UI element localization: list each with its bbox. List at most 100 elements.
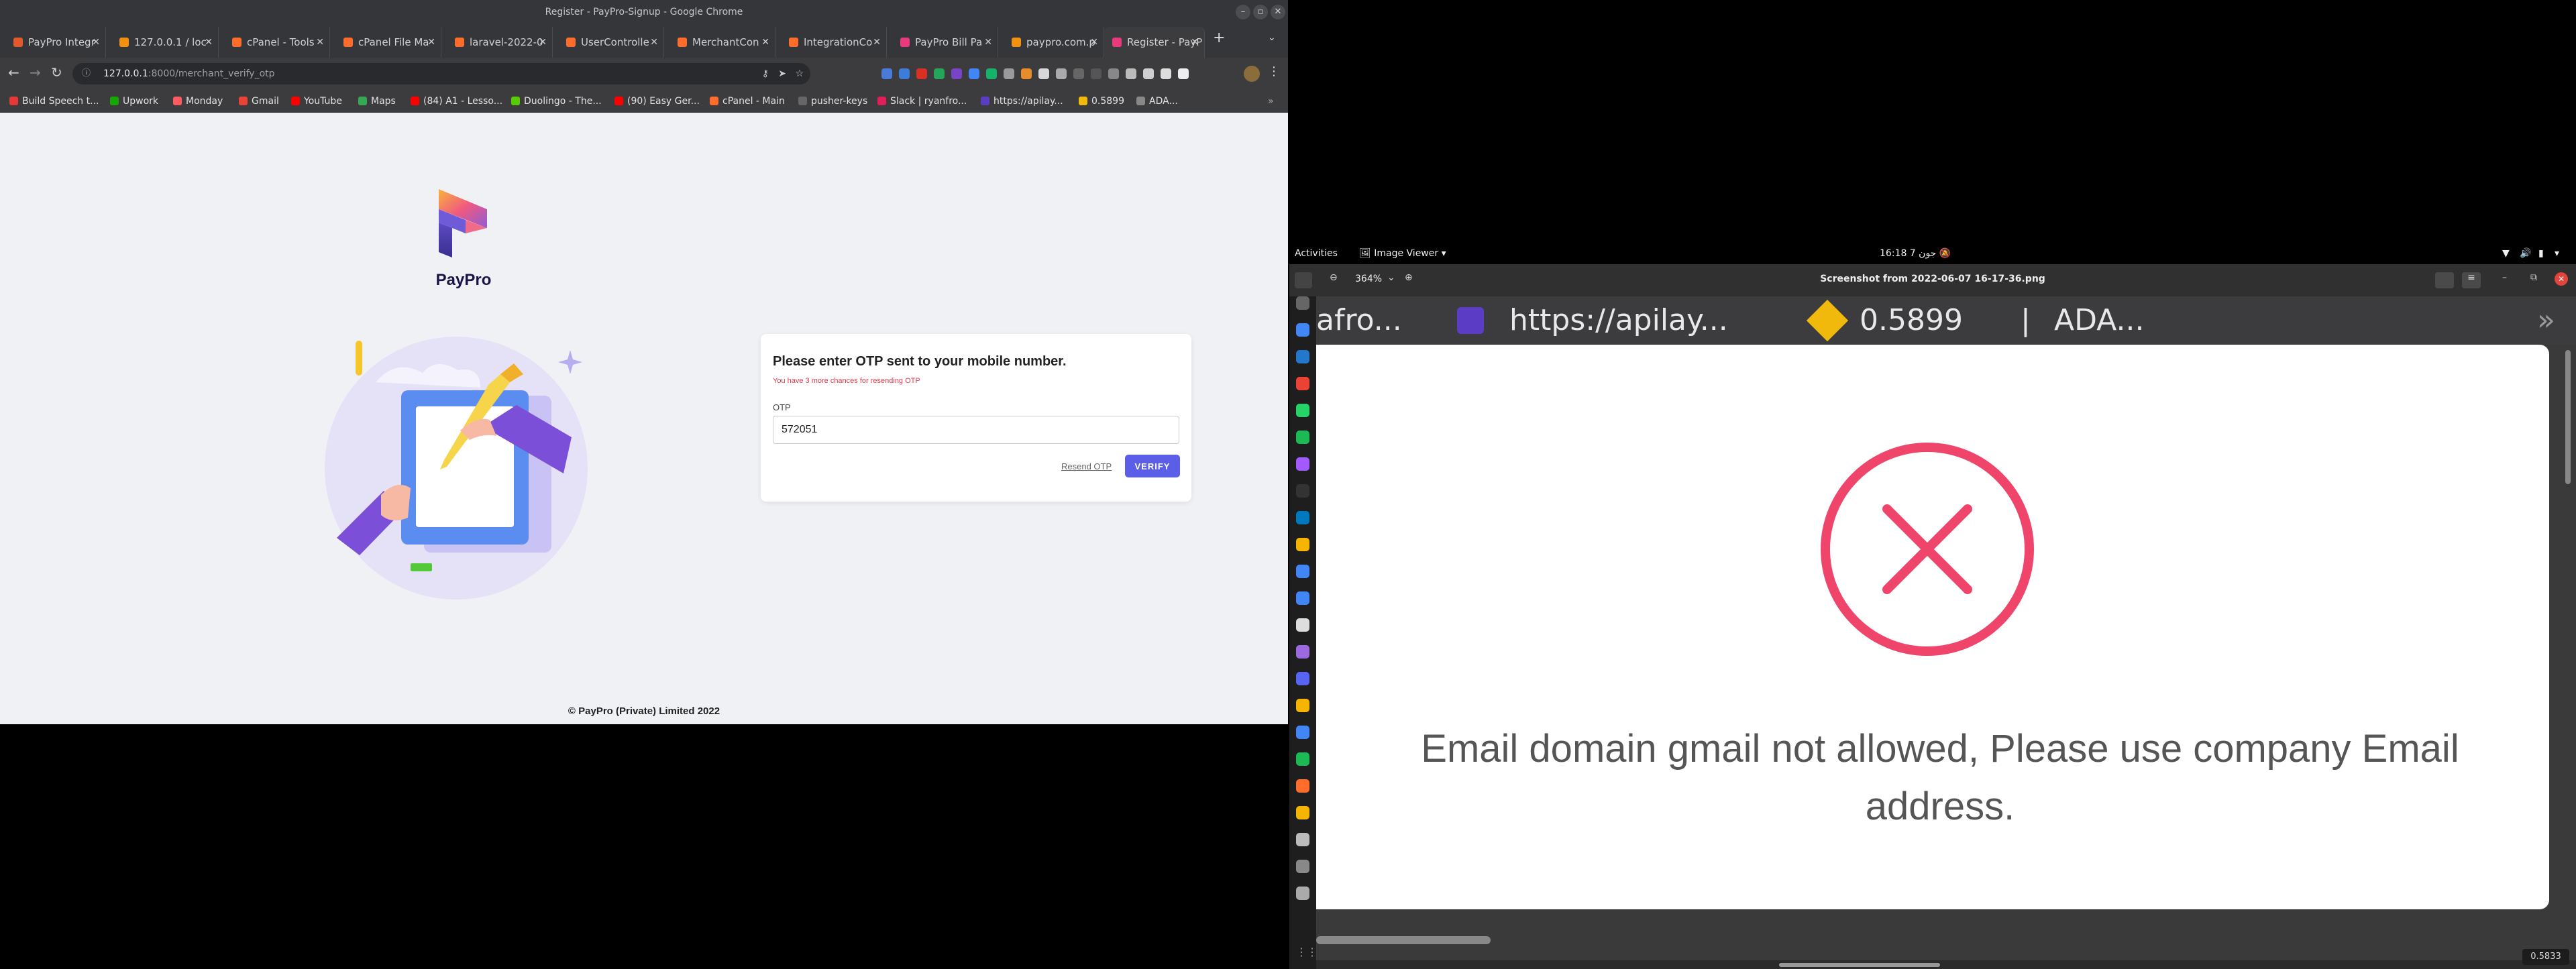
rotate-icon[interactable] <box>2435 272 2454 288</box>
horizontal-scrollbar[interactable] <box>1316 936 1491 944</box>
figma-icon[interactable] <box>1296 457 1309 471</box>
dock-app-icon[interactable] <box>1296 806 1309 819</box>
calendar-icon[interactable] <box>1296 591 1309 605</box>
files-icon[interactable] <box>1296 618 1309 632</box>
minimize-icon[interactable]: – <box>2502 272 2507 283</box>
key-icon[interactable]: ⚷ <box>762 63 769 84</box>
extension-icon[interactable] <box>881 68 892 79</box>
hamburger-menu-icon[interactable]: ≡ <box>2462 272 2481 288</box>
forward-icon[interactable]: → <box>30 64 41 80</box>
zoom-level[interactable]: 364% <box>1355 274 1382 284</box>
viewer-scrollbar[interactable] <box>1779 963 1940 967</box>
tab-close-icon[interactable]: ✕ <box>427 27 435 58</box>
bookmark-item[interactable]: cPanel - Main <box>710 90 785 113</box>
tab-close-icon[interactable]: ✕ <box>316 27 324 58</box>
bookmark-item[interactable]: (90) Easy Ger... <box>614 90 700 113</box>
restore-icon[interactable]: ⧉ <box>2530 272 2537 283</box>
vertical-scrollbar[interactable] <box>2565 350 2571 484</box>
tab[interactable]: laravel-2022-0 ✕ <box>447 27 553 58</box>
app-menu[interactable]: 🖼 Image Viewer ▾ <box>1359 248 1446 259</box>
tab-search-icon[interactable]: ⌄ <box>1268 32 1276 43</box>
bookmark-item[interactable]: Gmail <box>239 90 279 113</box>
bookmark-item[interactable]: pusher-keys <box>798 90 867 113</box>
bookmark-item[interactable]: Upwork <box>110 90 158 113</box>
tab-active[interactable]: Register - PayP ✕ <box>1104 27 1205 58</box>
otp-input[interactable] <box>773 416 1179 444</box>
gmail-icon[interactable] <box>1296 377 1309 390</box>
docs-icon[interactable] <box>1296 726 1309 739</box>
bookmark-item[interactable]: Duolingo - The... <box>511 90 602 113</box>
bookmark-item[interactable]: Maps <box>358 90 396 113</box>
reading-list-icon[interactable] <box>1178 68 1189 79</box>
new-tab-button[interactable]: + <box>1213 30 1225 46</box>
docs-icon[interactable] <box>1296 565 1309 578</box>
discord-icon[interactable] <box>1296 672 1309 685</box>
minimize-icon[interactable]: – <box>1236 5 1250 19</box>
spotify-icon[interactable] <box>1296 752 1309 766</box>
tab-close-icon[interactable]: ✕ <box>761 27 769 58</box>
dock-app-icon[interactable] <box>1296 833 1309 846</box>
tab-close-icon[interactable]: ✕ <box>92 27 100 58</box>
bookmark-item[interactable]: https://apilay... <box>981 90 1063 113</box>
tab-close-icon[interactable]: ✕ <box>1090 27 1098 58</box>
github-icon[interactable] <box>1296 484 1309 498</box>
bookmark-item[interactable]: Slack | ryanfro... <box>877 90 967 113</box>
vscode-icon[interactable] <box>1296 350 1309 363</box>
tab[interactable]: 127.0.0.1 / loc ✕ <box>111 27 219 58</box>
extension-icon[interactable] <box>969 68 979 79</box>
slides-icon[interactable] <box>1296 699 1309 712</box>
tab[interactable]: PayPro Integr ✕ <box>5 27 106 58</box>
bookmark-star-icon[interactable]: ☆ <box>795 63 804 84</box>
dock-app-icon[interactable] <box>1296 645 1309 659</box>
info-icon[interactable]: ⓘ <box>82 63 91 84</box>
reload-icon[interactable]: ↻ <box>51 64 62 80</box>
image-viewer-icon[interactable] <box>1296 860 1309 873</box>
zoom-out-icon[interactable]: ⊖ <box>1330 272 1338 283</box>
bookmark-item[interactable]: 0.5899 <box>1079 90 1124 113</box>
extension-icon[interactable] <box>1108 68 1119 79</box>
dock-app-icon[interactable] <box>1296 538 1309 551</box>
extension-icon[interactable] <box>1091 68 1102 79</box>
bookmark-item[interactable]: ADA... <box>1136 90 1178 113</box>
zoom-in-icon[interactable]: ⊕ <box>1405 272 1413 283</box>
verify-button[interactable]: VERIFY <box>1125 455 1180 477</box>
tab-close-icon[interactable]: ✕ <box>873 27 881 58</box>
dock-app-icon[interactable] <box>1296 431 1309 444</box>
whatsapp-icon[interactable] <box>1296 404 1309 417</box>
extension-icon[interactable] <box>1143 68 1154 79</box>
back-icon[interactable]: ← <box>8 64 19 80</box>
tab-close-icon[interactable]: ✕ <box>984 27 992 58</box>
close-icon[interactable]: ✕ <box>2555 272 2568 286</box>
tab-close-icon[interactable]: ✕ <box>539 27 547 58</box>
clock[interactable]: 16:18 7 جون 🔕 <box>1880 248 1951 259</box>
extension-icon[interactable] <box>1004 68 1014 79</box>
extension-icon[interactable] <box>986 68 997 79</box>
bookmark-item[interactable]: Build Speech t... <box>9 90 99 113</box>
trello-icon[interactable] <box>1296 511 1309 524</box>
wifi-icon[interactable]: ▼ <box>2502 248 2510 259</box>
menu-kebab-icon[interactable]: ⋮ <box>1268 64 1280 78</box>
chrome-icon[interactable] <box>1296 323 1309 337</box>
tab-close-icon[interactable]: ✕ <box>650 27 658 58</box>
tab[interactable]: UserControlle ✕ <box>558 27 664 58</box>
tab[interactable]: MerchantCon ✕ <box>669 27 775 58</box>
resend-otp-link[interactable]: Resend OTP <box>1061 461 1112 471</box>
system-menu-icon[interactable]: ▾ <box>2555 248 2559 259</box>
avatar[interactable] <box>1244 66 1260 82</box>
extension-icon[interactable] <box>1056 68 1067 79</box>
extension-icon[interactable] <box>1021 68 1032 79</box>
address-bar[interactable]: ⓘ 127.0.0.1:8000/merchant_verify_otp ⚷ ➤… <box>72 63 810 84</box>
tab-close-icon[interactable]: ✕ <box>1191 27 1199 58</box>
tab[interactable]: cPanel - Tools ✕ <box>224 27 330 58</box>
volume-icon[interactable]: 🔊 <box>2520 248 2531 259</box>
extension-icon[interactable] <box>951 68 962 79</box>
extension-icon[interactable] <box>1073 68 1084 79</box>
dock-app-icon[interactable] <box>1296 887 1309 900</box>
extension-icon[interactable] <box>899 68 910 79</box>
dock-app-icon[interactable] <box>1296 296 1309 310</box>
dock-app-icon[interactable] <box>1296 779 1309 793</box>
battery-icon[interactable]: ▮ <box>2538 248 2544 259</box>
extension-icon[interactable] <box>1038 68 1049 79</box>
tab[interactable]: cPanel File Ma ✕ <box>335 27 441 58</box>
share-icon[interactable]: ➤ <box>778 63 786 84</box>
